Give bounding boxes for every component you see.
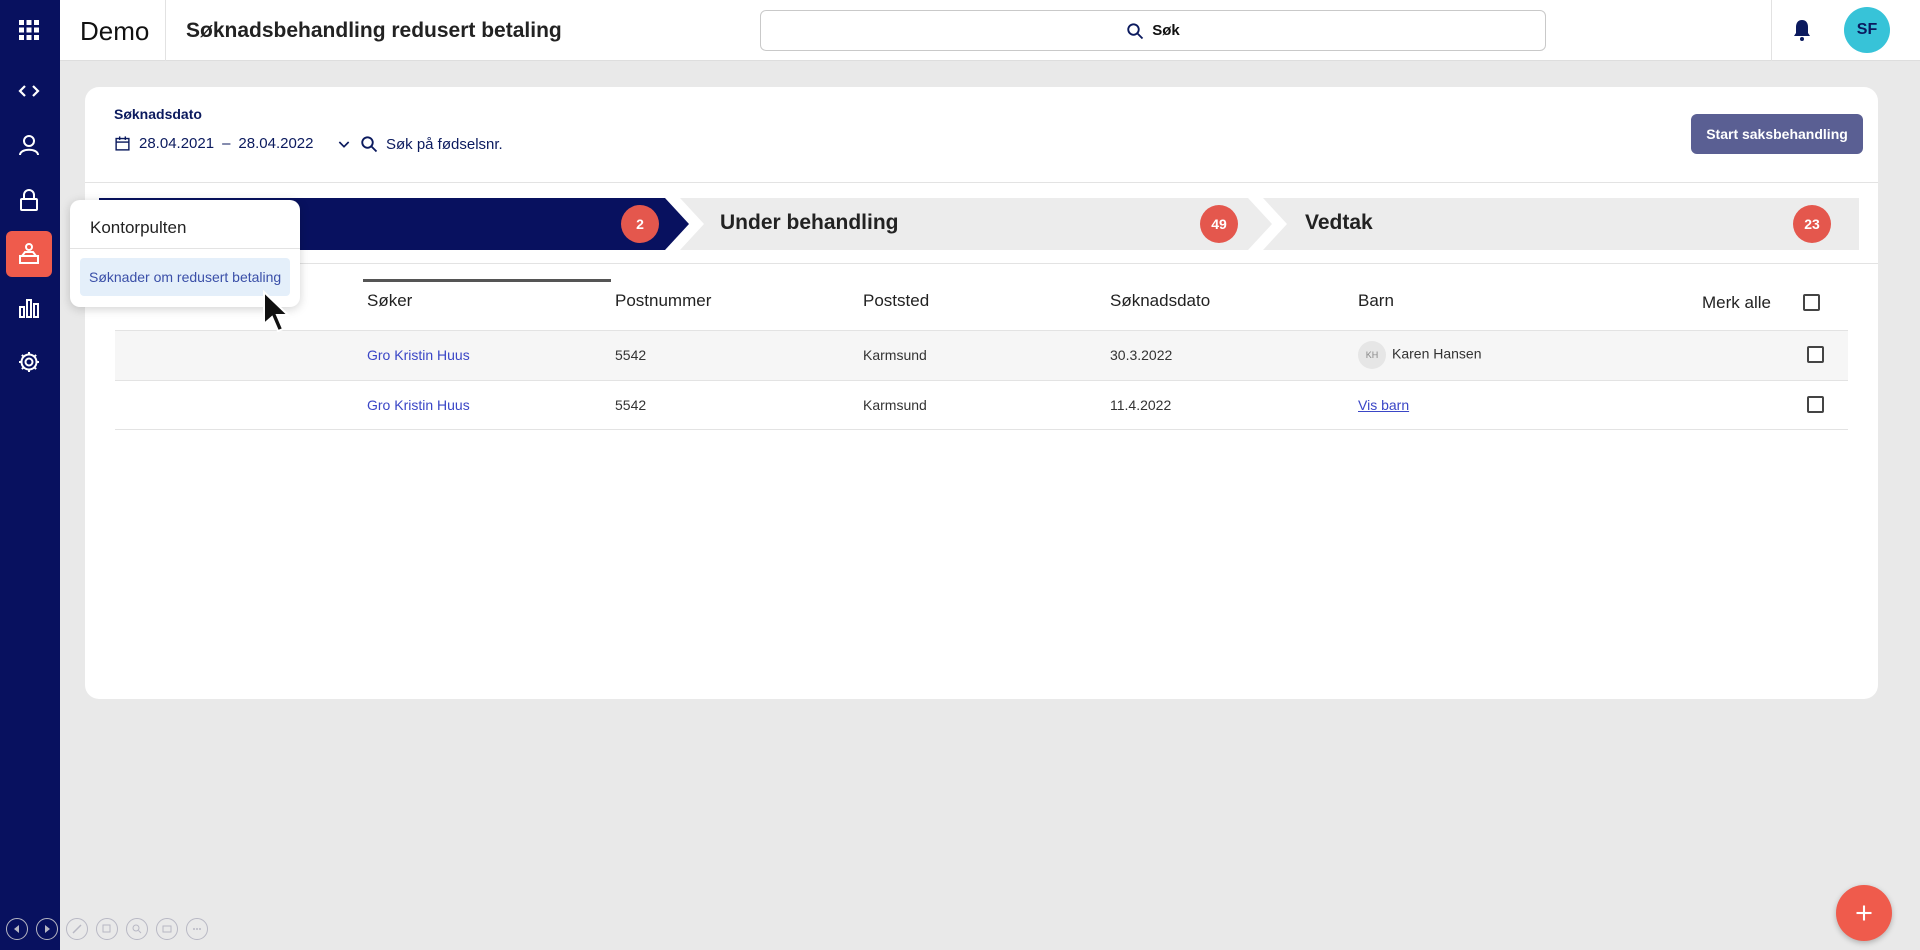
add-fab-button[interactable] bbox=[1836, 885, 1892, 941]
bell-icon[interactable] bbox=[1790, 18, 1814, 42]
step-tab-vedtak[interactable]: Vedtak 23 bbox=[1263, 198, 1859, 250]
inbox-desk-icon[interactable] bbox=[6, 231, 52, 277]
fodselsnr-search-placeholder: Søk på fødselsnr. bbox=[386, 135, 503, 153]
plus-icon bbox=[1856, 905, 1872, 921]
column-header-soknadsdato[interactable]: Søknadsdato bbox=[1110, 291, 1210, 311]
date-from: 28.04.2021 bbox=[139, 135, 215, 152]
row-checkbox[interactable] bbox=[1807, 346, 1824, 363]
step-tab-under-behandling[interactable]: Under behandling 49 bbox=[680, 198, 1265, 250]
calendar-icon bbox=[115, 136, 130, 151]
apps-grid-icon[interactable] bbox=[6, 7, 52, 53]
step-count-badge: 2 bbox=[621, 205, 659, 243]
top-bar: Demo Søknadsbehandling redusert betaling… bbox=[60, 0, 1920, 61]
sort-indicator bbox=[363, 279, 611, 282]
divider bbox=[85, 263, 1878, 264]
child-avatar: KH bbox=[1358, 341, 1386, 369]
start-saksbehandling-button[interactable]: Start saksbehandling bbox=[1691, 114, 1863, 154]
cell-barn: KH Karen Hansen bbox=[1358, 341, 1482, 369]
divider bbox=[1771, 0, 1772, 61]
cell-soker-link[interactable]: Gro Kristin Huus bbox=[367, 397, 470, 413]
date-filter-label: Søknadsdato bbox=[114, 106, 202, 122]
gear-icon[interactable] bbox=[6, 339, 52, 385]
copy-icon[interactable] bbox=[96, 918, 118, 940]
date-range-picker[interactable]: 28.04.2021 – 28.04.2022 bbox=[114, 135, 352, 152]
search-icon bbox=[361, 136, 378, 153]
date-separator: – bbox=[222, 135, 231, 152]
cell-poststed: Karmsund bbox=[863, 397, 927, 413]
step-count-badge: 49 bbox=[1200, 205, 1238, 243]
menu-item-soknader-redusert-betaling[interactable]: Søknader om redusert betaling bbox=[80, 258, 290, 296]
row-checkbox[interactable] bbox=[1807, 396, 1824, 413]
column-header-postnummer[interactable]: Postnummer bbox=[615, 291, 711, 311]
cell-soknadsdato: 11.4.2022 bbox=[1110, 397, 1172, 413]
code-icon[interactable] bbox=[6, 68, 52, 114]
global-search[interactable]: Søk bbox=[760, 10, 1546, 51]
search-icon bbox=[1127, 22, 1144, 39]
table-row[interactable]: Gro Kristin Huus 5542 Karmsund 30.3.2022… bbox=[115, 330, 1848, 380]
merk-alle-label: Merk alle bbox=[1702, 293, 1771, 312]
user-avatar[interactable]: SF bbox=[1844, 7, 1890, 53]
step-label: Under behandling bbox=[720, 211, 899, 234]
page-title: Søknadsbehandling redusert betaling bbox=[186, 19, 562, 42]
select-all-checkbox[interactable] bbox=[1803, 294, 1820, 311]
table-row[interactable]: Gro Kristin Huus 5542 Karmsund 11.4.2022… bbox=[115, 380, 1848, 430]
cell-soknadsdato: 30.3.2022 bbox=[1110, 347, 1173, 363]
forward-icon[interactable] bbox=[36, 918, 58, 940]
back-icon[interactable] bbox=[6, 918, 28, 940]
lock-icon[interactable] bbox=[6, 177, 52, 223]
main-card: Søknadsdato 28.04.2021 – 28.04.2022 Søk … bbox=[85, 87, 1878, 699]
fodselsnr-search[interactable]: Søk på fødselsnr. bbox=[360, 135, 503, 153]
pen-icon[interactable] bbox=[66, 918, 88, 940]
sidebar bbox=[0, 0, 60, 950]
cell-postnummer: 5542 bbox=[615, 397, 647, 413]
image-icon[interactable] bbox=[156, 918, 178, 940]
step-count-badge: 23 bbox=[1793, 205, 1831, 243]
column-header-poststed[interactable]: Poststed bbox=[863, 291, 929, 311]
user-icon[interactable] bbox=[6, 122, 52, 168]
brand-name[interactable]: Demo bbox=[80, 16, 149, 47]
zoom-icon[interactable] bbox=[126, 918, 148, 940]
bottom-toolbar bbox=[6, 918, 208, 940]
more-icon[interactable] bbox=[186, 918, 208, 940]
search-label: Søk bbox=[1152, 22, 1180, 39]
cell-poststed: Karmsund bbox=[863, 347, 927, 363]
divider bbox=[70, 248, 300, 249]
column-header-barn[interactable]: Barn bbox=[1358, 291, 1394, 311]
flyout-title: Kontorpulten bbox=[90, 218, 187, 237]
cell-soker-link[interactable]: Gro Kristin Huus bbox=[367, 347, 470, 363]
child-name: Karen Hansen bbox=[1392, 345, 1482, 362]
status-steps: 2 Under behandling 49 Vedtak 23 bbox=[99, 198, 1859, 250]
vis-barn-link[interactable]: Vis barn bbox=[1358, 397, 1409, 413]
date-to: 28.04.2022 bbox=[238, 135, 314, 152]
bar-chart-icon[interactable] bbox=[6, 285, 52, 331]
chevron-down-icon[interactable] bbox=[336, 136, 352, 152]
divider bbox=[85, 182, 1878, 183]
divider bbox=[165, 0, 166, 61]
mouse-cursor-icon bbox=[263, 290, 290, 333]
step-label: Vedtak bbox=[1305, 211, 1373, 234]
column-header-soker[interactable]: Søker bbox=[367, 291, 412, 311]
cell-postnummer: 5542 bbox=[615, 347, 647, 363]
